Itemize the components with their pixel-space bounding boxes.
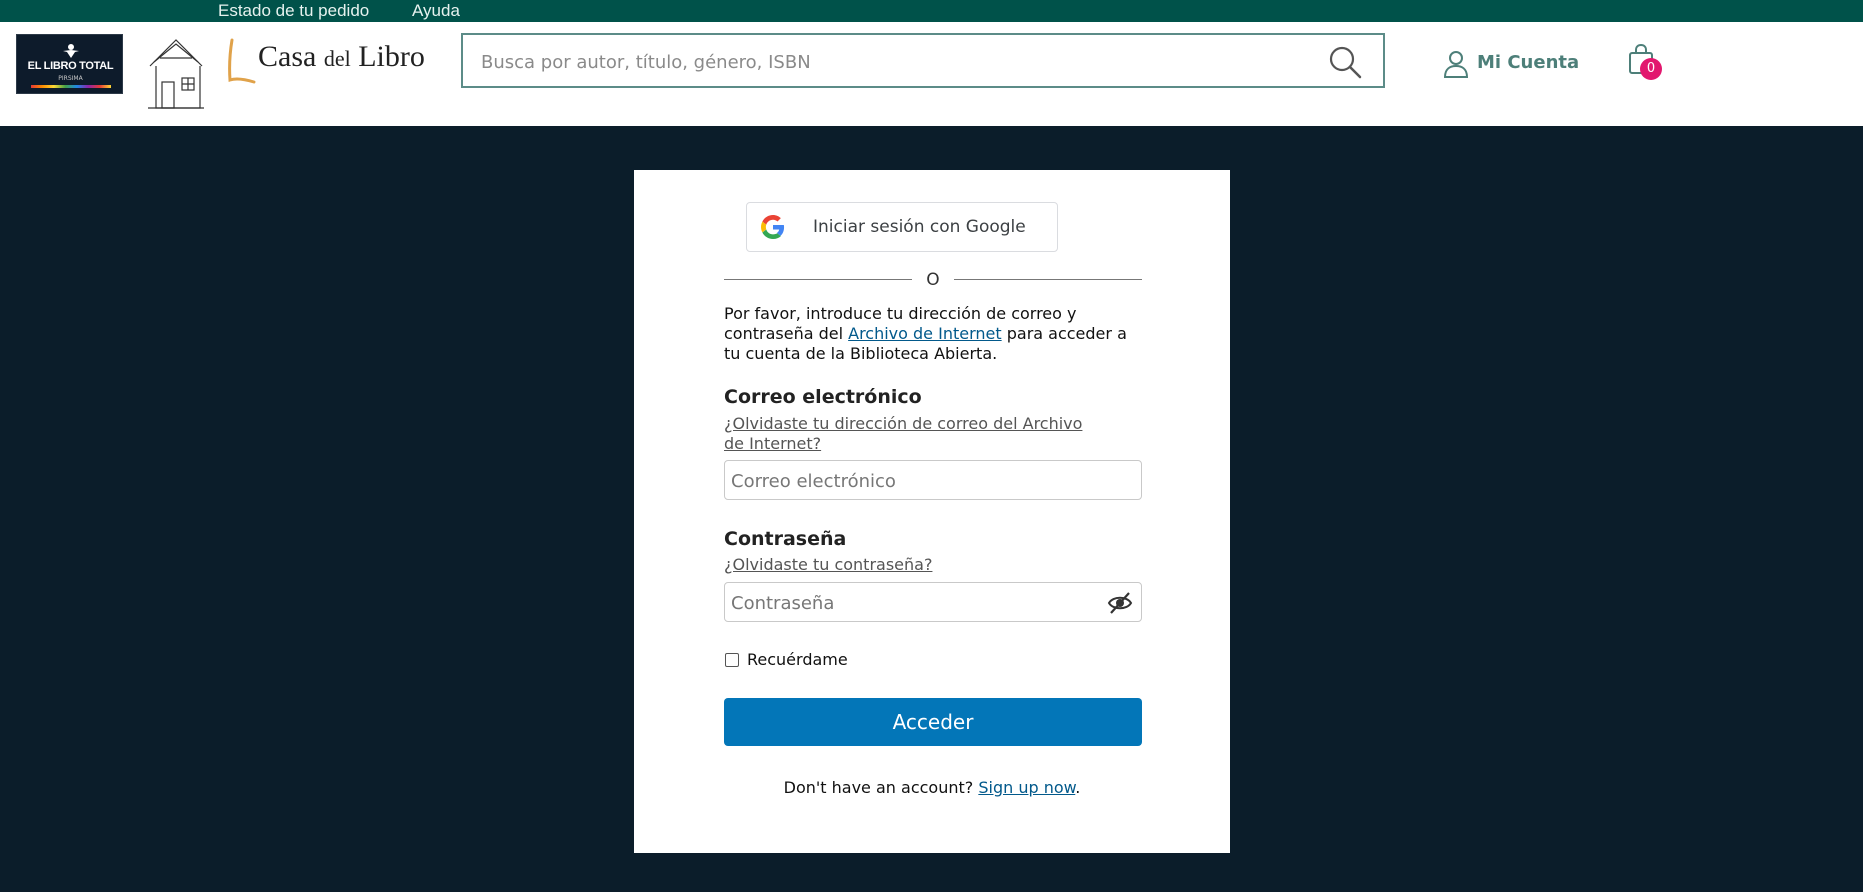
login-instructions: Por favor, introduce tu dirección de cor… — [724, 304, 1144, 364]
or-separator: O — [926, 270, 940, 290]
search-box — [461, 33, 1385, 88]
remember-me-label: Recuérdame — [747, 650, 848, 669]
search-icon[interactable] — [1327, 44, 1363, 80]
logo-rainbow-stripe — [31, 85, 111, 88]
brand-name-mid: del — [323, 46, 351, 71]
reader-figure-icon — [63, 44, 79, 58]
account-label: Mi Cuenta — [1477, 52, 1580, 73]
password-field-wrapper — [724, 582, 1142, 622]
forgot-email-link[interactable]: ¿Olvidaste tu dirección de correo del Ar… — [724, 414, 1094, 454]
top-utility-bar: Estado de tu pedido Ayuda — [0, 0, 1863, 22]
signup-prompt: Don't have an account? Sign up now. — [634, 778, 1230, 797]
password-field[interactable] — [731, 591, 1091, 615]
house-logo-icon[interactable] — [146, 36, 206, 110]
cart-count-badge: 0 — [1640, 58, 1662, 80]
divider-left — [724, 279, 912, 280]
brand-name[interactable]: Casa del Libro — [258, 40, 425, 74]
site-header: EL LIBRO TOTAL PIRSIMA Casa del Libro Bu… — [0, 22, 1863, 126]
email-field[interactable] — [731, 469, 1091, 493]
help-link[interactable]: Ayuda — [412, 1, 460, 21]
password-label: Contraseña — [724, 528, 847, 550]
internet-archive-link[interactable]: Archivo de Internet — [848, 324, 1002, 343]
hide-password-eye-icon[interactable] — [1107, 591, 1133, 615]
divider-right — [954, 279, 1142, 280]
remember-me-checkbox[interactable] — [725, 653, 739, 667]
partner-logo-subtext: PIRSIMA — [58, 75, 83, 82]
brand-name-end: Libro — [358, 40, 425, 73]
email-field-wrapper — [724, 460, 1142, 500]
partner-logo-text: EL LIBRO TOTAL — [27, 60, 114, 72]
signup-question: Don't have an account? — [783, 778, 974, 797]
user-icon — [1443, 51, 1469, 78]
google-signin-button[interactable]: Iniciar sesión con Google — [746, 202, 1058, 252]
search-input[interactable] — [481, 49, 1301, 75]
order-status-link[interactable]: Estado de tu pedido — [218, 1, 369, 21]
brand-l-mark-icon — [228, 38, 256, 84]
google-g-icon — [761, 215, 785, 239]
signup-link[interactable]: Sign up now — [978, 778, 1075, 797]
forgot-password-link[interactable]: ¿Olvidaste tu contraseña? — [724, 555, 932, 575]
login-submit-button[interactable]: Acceder — [724, 698, 1142, 746]
google-signin-label: Iniciar sesión con Google — [813, 217, 1026, 237]
brand-name-main: Casa — [258, 40, 317, 73]
el-libro-total-logo[interactable]: EL LIBRO TOTAL PIRSIMA — [16, 34, 123, 94]
signup-period: . — [1075, 778, 1081, 797]
cart-button[interactable]: 0 — [1626, 44, 1666, 84]
email-label: Correo electrónico — [724, 386, 922, 408]
